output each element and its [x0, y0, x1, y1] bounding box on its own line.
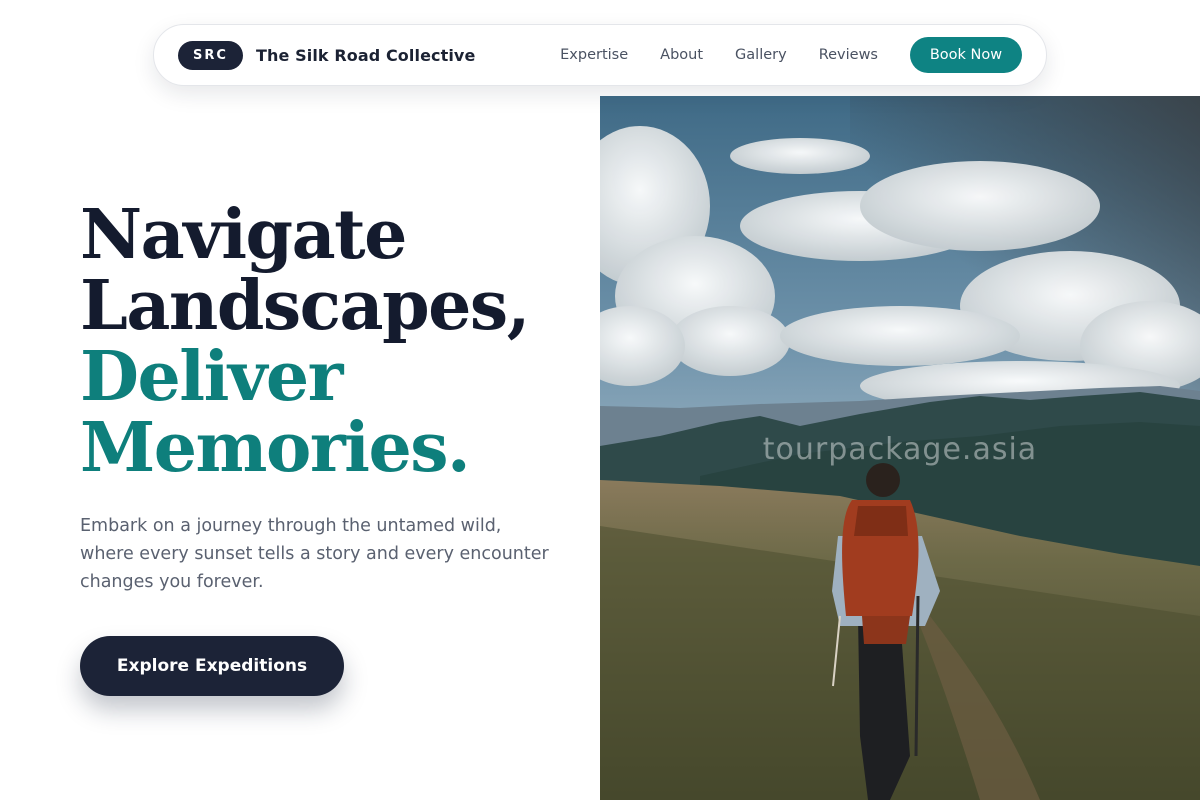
- hero-title-line-4: Memories.: [80, 408, 471, 488]
- top-navbar: SRC The Silk Road Collective Expertise A…: [153, 24, 1047, 86]
- nav-link-gallery[interactable]: Gallery: [735, 47, 787, 63]
- hero-title-line-3: Deliver: [80, 337, 344, 417]
- nav-links: Expertise About Gallery Reviews Book Now: [560, 37, 1022, 73]
- brand-name: The Silk Road Collective: [256, 45, 476, 65]
- brand-badge: SRC: [178, 40, 243, 70]
- hero-title: Navigate Landscapes, Deliver Memories.: [80, 200, 600, 484]
- hero-image: tourpackage.asia: [600, 96, 1200, 800]
- hero-title-line-1: Navigate: [80, 195, 407, 275]
- image-watermark: tourpackage.asia: [762, 432, 1038, 467]
- book-now-button[interactable]: Book Now: [910, 37, 1022, 73]
- nav-link-reviews[interactable]: Reviews: [819, 47, 878, 63]
- brand[interactable]: SRC The Silk Road Collective: [178, 40, 476, 70]
- explore-expeditions-button[interactable]: Explore Expeditions: [80, 636, 344, 696]
- hero-subtitle: Embark on a journey through the untamed …: [80, 516, 549, 592]
- nav-link-expertise[interactable]: Expertise: [560, 47, 628, 63]
- nav-link-about[interactable]: About: [660, 47, 703, 63]
- hero-title-line-2: Landscapes,: [80, 266, 530, 346]
